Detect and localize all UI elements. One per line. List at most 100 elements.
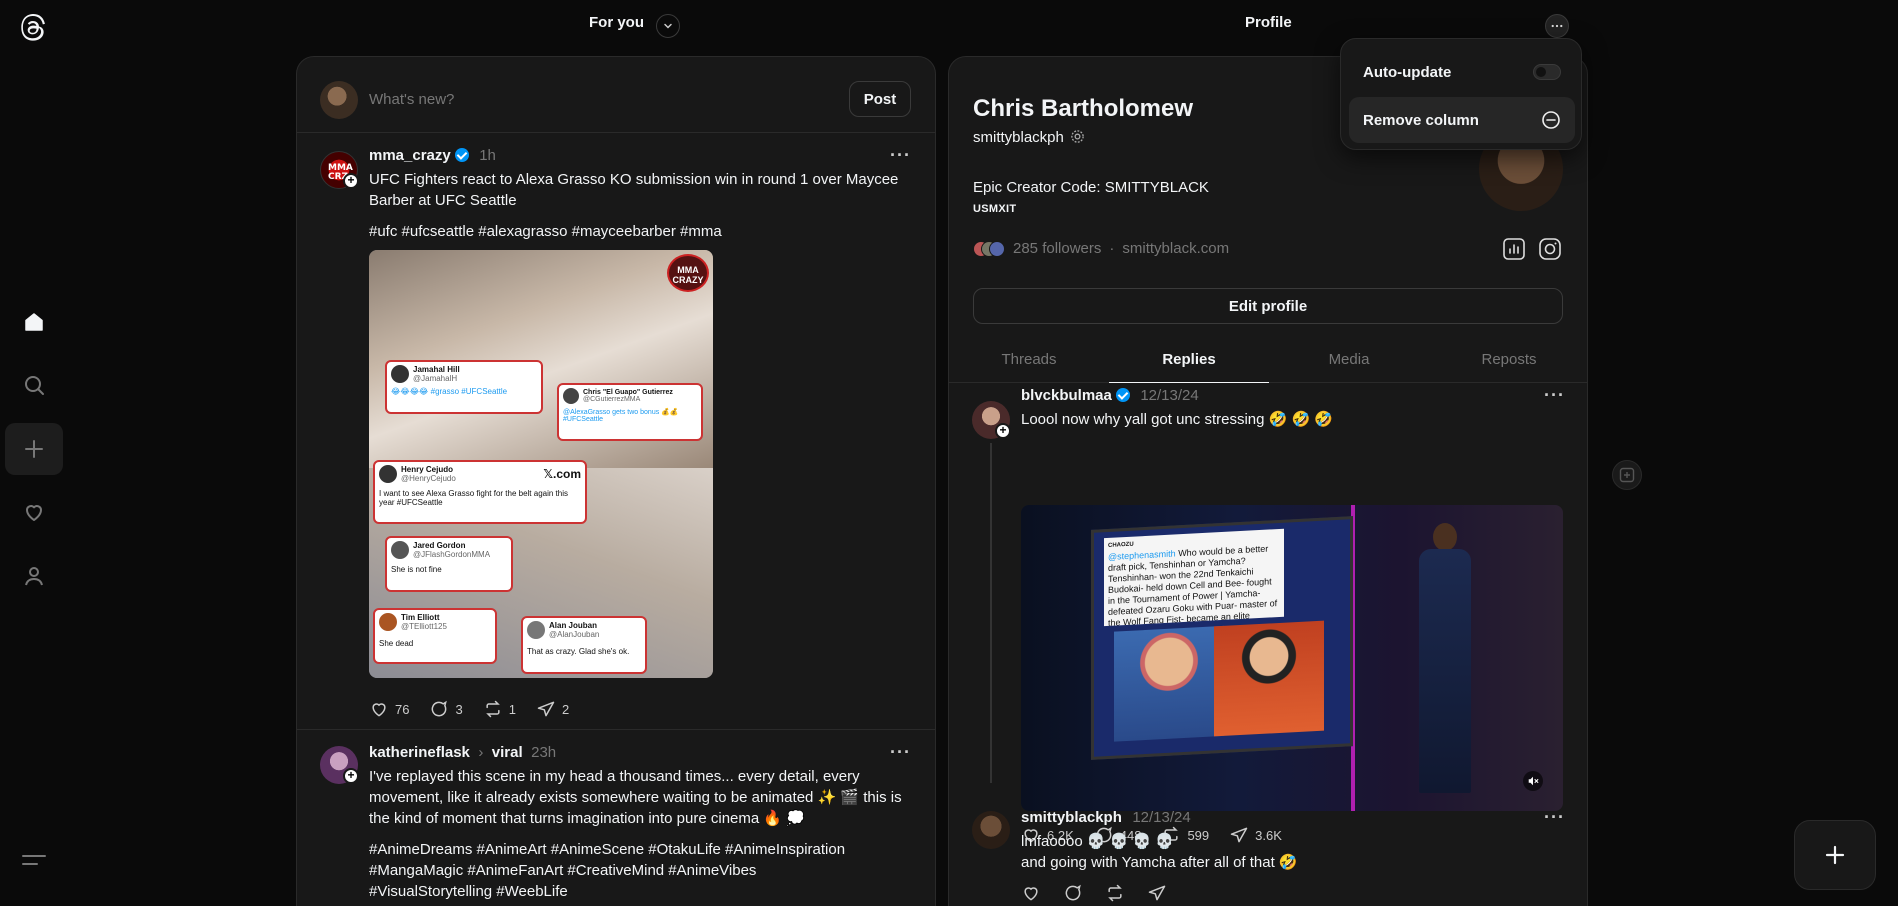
share-button[interactable]: 2	[536, 699, 569, 719]
followers-count[interactable]: 285 followers	[1013, 240, 1101, 257]
tab-replies[interactable]: Replies	[1109, 337, 1269, 383]
more-options-icon[interactable]	[1545, 14, 1569, 38]
profile-name: Chris Bartholomew	[973, 95, 1194, 122]
post-header: blvckbulmaa 12/13/24	[1021, 387, 1199, 405]
post-actions: 76 3 1 2	[369, 699, 569, 719]
profile-bio-sub: USMXIT	[973, 203, 1017, 215]
activity-heart-icon[interactable]	[5, 486, 63, 538]
post-image[interactable]: MMA CRAZY Jamahal Hill @JamahalH 😂😂😂😂 #gr…	[369, 250, 713, 678]
post-more-icon[interactable]: ···	[890, 742, 911, 763]
auto-update-toggle[interactable]	[1533, 64, 1561, 80]
profile-icon[interactable]	[5, 550, 63, 602]
threads-logo-icon[interactable]	[17, 12, 49, 44]
embedded-tweet: Chris "El Guapo" Gutierrez @CGutierrezMMA…	[557, 383, 703, 441]
post-actions	[1021, 883, 1167, 903]
post-time: 23h	[531, 744, 557, 761]
comment-icon	[1065, 884, 1081, 901]
post-button[interactable]: Post	[849, 81, 911, 117]
character-art	[1214, 620, 1324, 737]
add-column-icon[interactable]	[1612, 460, 1642, 490]
post-hashtags[interactable]: #AnimeDreams #AnimeArt #AnimeScene #Otak…	[369, 839, 869, 902]
composer: What's new? Post	[297, 57, 935, 133]
repost-icon	[1108, 884, 1122, 902]
x-logo: 𝕏.com	[543, 467, 581, 481]
comment-icon	[432, 700, 448, 717]
chevron-down-icon[interactable]	[656, 14, 680, 38]
menu-icon[interactable]	[20, 848, 48, 872]
search-icon[interactable]	[5, 359, 63, 411]
post-more-icon[interactable]: ···	[890, 145, 911, 166]
post-hashtags[interactable]: #ufc #ufcseattle #alexagrasso #mayceebar…	[369, 221, 722, 242]
like-button[interactable]: 76	[369, 699, 409, 719]
post-username[interactable]: mma_crazy	[369, 147, 451, 164]
threads-badge-icon	[1071, 130, 1084, 143]
reply-button[interactable]: 3	[429, 699, 463, 719]
follow-plus-icon[interactable]: +	[995, 423, 1011, 439]
reply-button[interactable]	[1063, 883, 1083, 903]
post-username[interactable]: katherineflask	[369, 744, 470, 761]
left-rail	[0, 0, 66, 906]
mute-icon[interactable]	[1523, 771, 1543, 791]
post-header: katherineflask › viral 23h	[369, 744, 556, 762]
tab-media[interactable]: Media	[1269, 337, 1429, 382]
composer-input[interactable]: What's new?	[369, 91, 454, 108]
verified-badge-icon	[454, 148, 469, 162]
thread-line	[990, 443, 992, 783]
avatar[interactable]	[972, 811, 1010, 849]
person-silhouette	[1419, 523, 1471, 793]
post-text: I've replayed this scene in my head a th…	[369, 768, 902, 827]
avatar[interactable]	[320, 81, 358, 119]
heart-icon	[372, 703, 386, 717]
new-thread-button[interactable]	[1794, 820, 1876, 890]
post-username[interactable]: smittyblackph	[1021, 809, 1122, 826]
tab-reposts[interactable]: Reposts	[1429, 337, 1587, 382]
feed-post[interactable]: MMA CRZ + mma_crazy 1h ··· UFC Fighters r…	[297, 133, 935, 730]
profile-tabs: Threads Replies Media Reposts	[949, 337, 1587, 383]
embedded-tweet: Alan Jouban @AlanJouban That as crazy. Gl…	[521, 616, 647, 674]
video-screen: CHAOZU @stephenasmith Who would be a bet…	[1091, 516, 1353, 760]
follow-plus-icon[interactable]: +	[343, 768, 359, 784]
edit-profile-button[interactable]: Edit profile	[973, 288, 1563, 324]
send-icon	[537, 701, 555, 717]
profile-link[interactable]: smittyblack.com	[1122, 240, 1229, 257]
like-button[interactable]	[1021, 883, 1041, 903]
post-text: UFC Fighters react to Alexa Grasso KO su…	[369, 171, 899, 209]
remove-column-option[interactable]: Remove column	[1349, 97, 1575, 143]
post-more-icon[interactable]: ···	[1544, 385, 1565, 406]
reply-post[interactable]: + blvckbulmaa 12/13/24 ··· Loool now why…	[949, 383, 1587, 844]
share-button[interactable]	[1147, 883, 1167, 903]
reply-post[interactable]: smittyblackph 12/13/24 ··· lmfaoooo 💀 💀 …	[949, 803, 1587, 906]
verified-badge-icon	[1115, 388, 1130, 402]
auto-update-option[interactable]: Auto-update	[1349, 49, 1575, 95]
post-header: smittyblackph 12/13/24	[1021, 809, 1191, 827]
repost-icon	[485, 700, 500, 718]
screen-tweet: CHAOZU @stephenasmith Who would be a bet…	[1104, 528, 1284, 627]
post-username[interactable]: blvckbulmaa	[1021, 387, 1112, 404]
feed-post[interactable]: + katherineflask › viral 23h ··· I've re…	[297, 730, 935, 906]
remove-circle-icon	[1542, 111, 1560, 129]
follow-plus-icon[interactable]: +	[343, 173, 359, 189]
embedded-tweet: Jamahal Hill @JamahalH 😂😂😂😂 #grasso #UFCS…	[385, 360, 543, 414]
home-icon[interactable]	[5, 296, 63, 348]
post-time: 12/13/24	[1132, 809, 1191, 826]
follower-avatar	[989, 240, 1005, 257]
insights-icon[interactable]	[1503, 238, 1525, 260]
post-text-line: and going with Yamcha after all of that …	[1021, 854, 1298, 871]
repost-button[interactable]: 1	[483, 699, 516, 719]
character-art	[1114, 625, 1224, 742]
tab-threads[interactable]: Threads	[949, 337, 1109, 382]
post-time: 12/13/24	[1140, 387, 1199, 404]
post-text-line: lmfaoooo 💀 💀 💀 💀	[1021, 833, 1175, 850]
heart-icon	[1024, 887, 1038, 901]
repost-button[interactable]	[1105, 883, 1125, 903]
post-video[interactable]: CHAOZU @stephenasmith Who would be a bet…	[1021, 505, 1563, 811]
feed-column-title[interactable]: For you	[589, 14, 644, 31]
embedded-tweet: Jared Gordon @JFlashGordonMMA She is not …	[385, 536, 513, 592]
post-topic[interactable]: viral	[492, 744, 523, 761]
chevron-right-icon: ›	[478, 744, 484, 761]
create-icon[interactable]	[5, 423, 63, 475]
watermark-logo: MMA CRAZY	[667, 254, 709, 292]
post-more-icon[interactable]: ···	[1544, 807, 1565, 828]
profile-handle: smittyblackph	[973, 129, 1085, 146]
instagram-icon[interactable]	[1539, 238, 1561, 260]
